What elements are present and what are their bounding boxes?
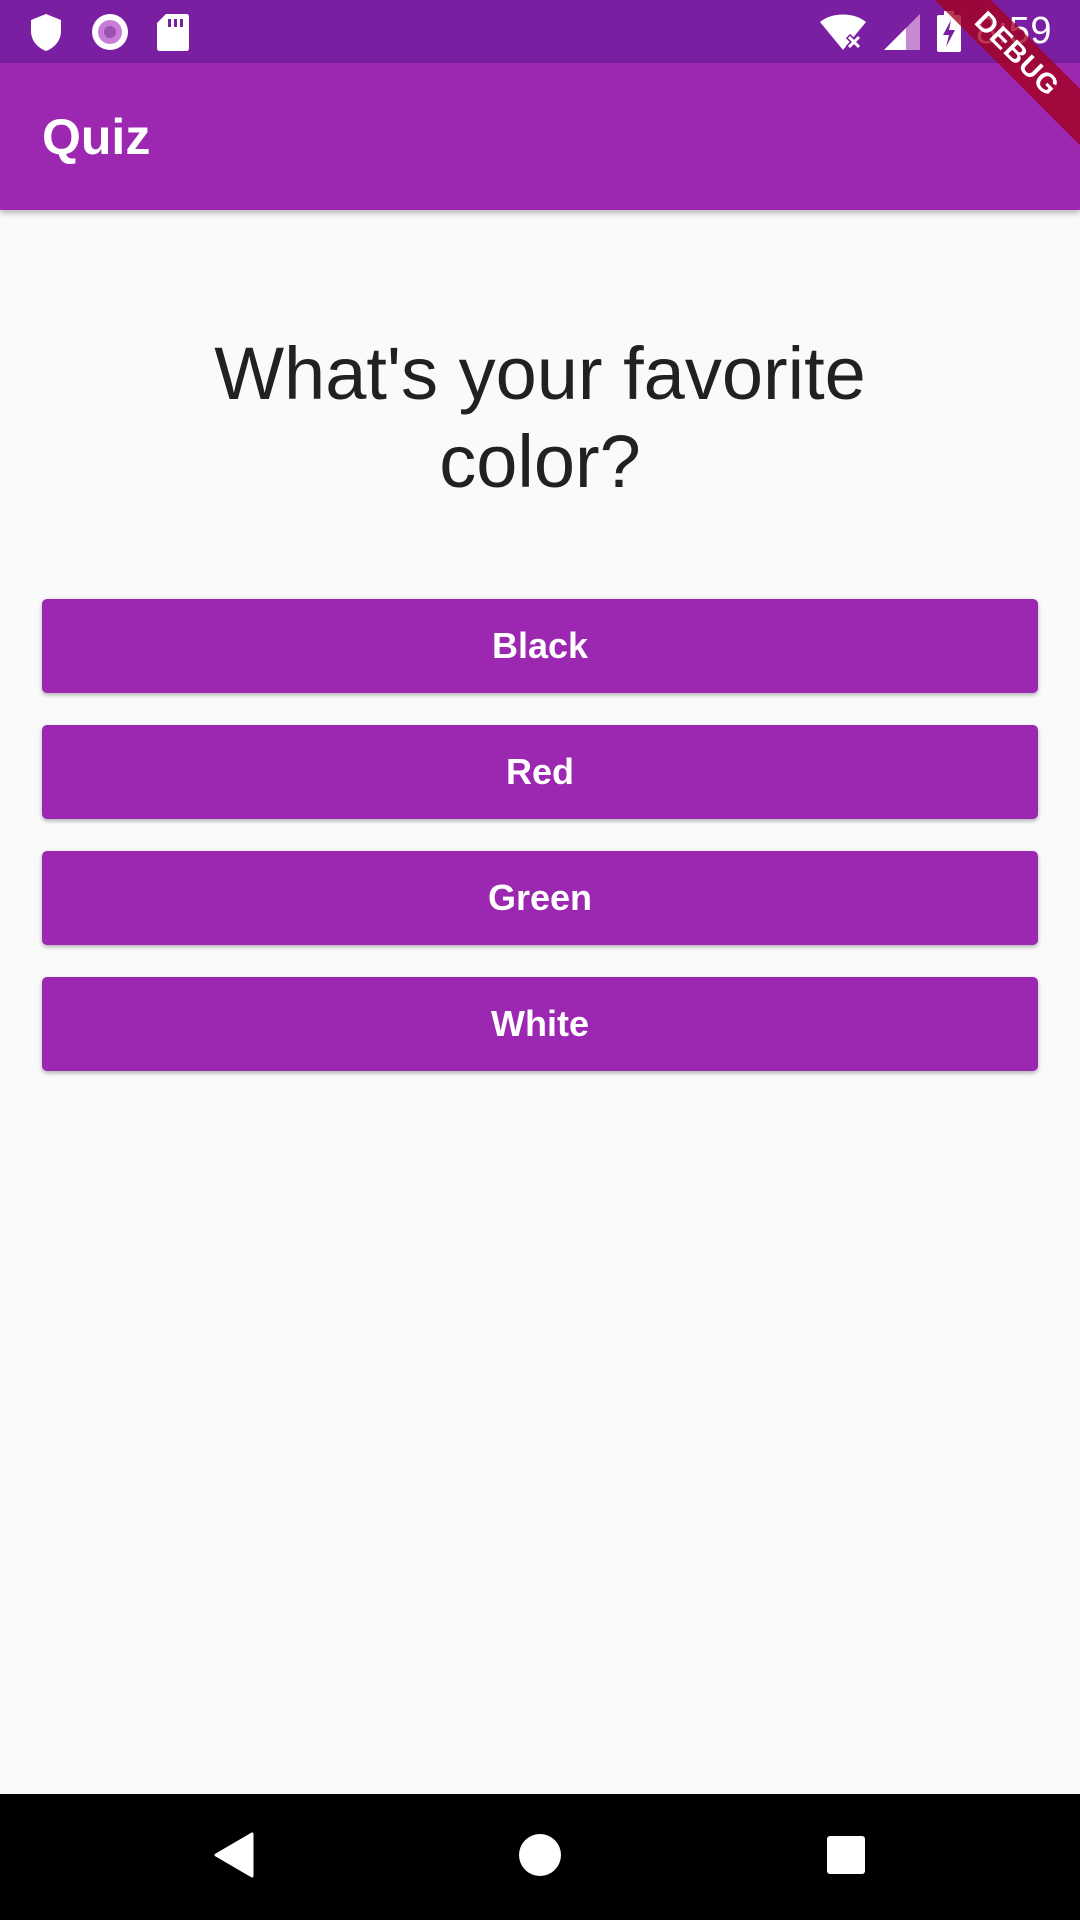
screen: 8:59 DEBUG Quiz What's your favorite col…	[0, 0, 1080, 1920]
home-icon	[517, 1832, 563, 1883]
sd-card-icon	[156, 12, 190, 52]
record-icon	[90, 12, 130, 52]
answer-button-white[interactable]: White	[42, 977, 1038, 1071]
clock: 8:59	[976, 10, 1052, 52]
status-right-icons: 8:59	[818, 10, 1052, 53]
home-button[interactable]	[387, 1794, 693, 1920]
status-left-icons	[28, 12, 190, 52]
navigation-bar	[0, 1794, 1080, 1920]
answer-button-black[interactable]: Black	[42, 599, 1038, 693]
signal-icon	[882, 12, 922, 52]
status-bar: 8:59	[0, 0, 1080, 63]
shield-icon	[28, 12, 64, 52]
recents-icon	[826, 1835, 866, 1880]
back-icon	[212, 1831, 256, 1884]
wifi-off-icon	[818, 12, 868, 52]
question-text: What's your favorite color?	[214, 332, 866, 503]
app-title: Quiz	[42, 108, 151, 165]
battery-charging-icon	[936, 10, 962, 53]
answer-list: Black Red Green White	[42, 599, 1038, 1103]
back-button[interactable]	[81, 1794, 387, 1920]
recents-button[interactable]	[693, 1794, 999, 1920]
answer-button-green[interactable]: Green	[42, 851, 1038, 945]
answer-button-red[interactable]: Red	[42, 725, 1038, 819]
app-bar: Quiz	[0, 63, 1080, 210]
